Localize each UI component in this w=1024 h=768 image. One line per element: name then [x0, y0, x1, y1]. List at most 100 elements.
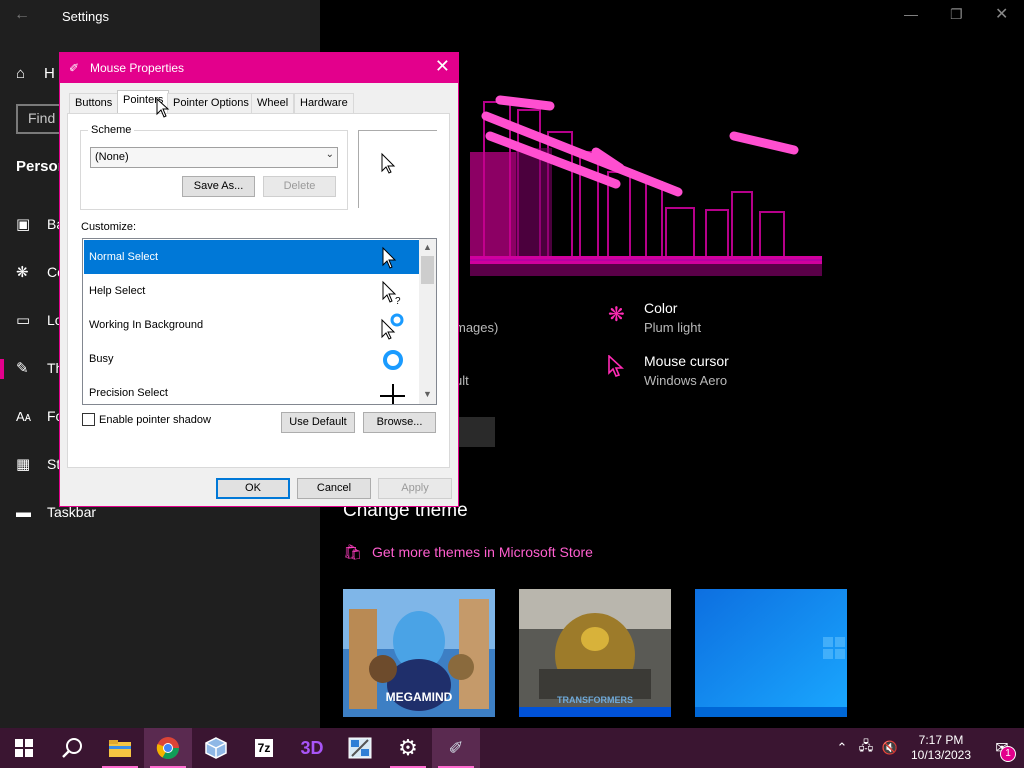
pointer-shadow-checkbox[interactable]: Enable pointer shadow: [82, 413, 211, 426]
scroll-down-icon[interactable]: ▼: [423, 389, 432, 399]
7zip-button[interactable]: 7z: [240, 728, 288, 768]
browse-button[interactable]: Browse...: [363, 412, 436, 433]
mouse-cursor-option[interactable]: Mouse cursor Windows Aero: [608, 353, 729, 388]
scroll-up-icon[interactable]: ▲: [423, 242, 432, 252]
pointer-shadow-label: Enable pointer shadow: [99, 413, 211, 426]
lock-screen-icon: ▭: [16, 312, 31, 329]
tab-hardware[interactable]: Hardware: [294, 93, 354, 113]
tab-pointer-options[interactable]: Pointer Options: [167, 93, 255, 113]
7zip-icon: 7z: [254, 739, 274, 757]
paint-button[interactable]: [336, 728, 384, 768]
notification-icon[interactable]: ✉ 1: [980, 738, 1024, 762]
store-link[interactable]: 🛍 Get more themes in Microsoft Store: [343, 543, 593, 561]
notification-badge: 1: [1000, 746, 1016, 762]
theme-thumbnail-megamind[interactable]: MEGAMIND: [343, 589, 495, 717]
chevron-up-icon[interactable]: ⌃: [830, 740, 854, 756]
list-item-label: Precision Select: [89, 387, 168, 399]
cursor-icon: [608, 353, 644, 383]
find-placeholder: Find: [28, 110, 56, 126]
working-background-cursor-icon: [381, 313, 404, 340]
volume-muted-icon[interactable]: 🔇: [878, 740, 902, 756]
home-label: H: [44, 64, 55, 82]
use-default-button[interactable]: Use Default: [281, 412, 355, 433]
scheme-value: (None): [95, 151, 129, 163]
cancel-button[interactable]: Cancel: [297, 478, 371, 499]
settings-icon: ⚙: [398, 735, 418, 760]
home-icon: ⌂: [16, 64, 26, 82]
dialog-title: Mouse Properties: [90, 61, 185, 75]
list-item[interactable]: Help Select ?: [84, 274, 419, 308]
taskbar-icon: ▬: [16, 503, 31, 521]
ok-button[interactable]: OK: [216, 478, 290, 499]
mouse-cursor-value: Windows Aero: [644, 373, 728, 388]
list-item[interactable]: Precision Select: [84, 376, 419, 404]
theme-thumbnail-windows[interactable]: [695, 589, 847, 717]
paint-icon: [348, 737, 372, 759]
thumbnail-caption: MEGAMIND: [386, 690, 453, 704]
scheme-select[interactable]: (None) ⌄: [90, 147, 338, 168]
desktop: ← Settings ⌂ H Find Person ▣ Ba ❋ Co ▭ L…: [0, 0, 1024, 768]
tab-wheel[interactable]: Wheel: [251, 93, 295, 113]
clock-time: 7:17 PM: [918, 733, 964, 747]
fonts-icon: Aᴀ: [16, 408, 32, 424]
network-icon[interactable]: 🖧: [854, 737, 878, 759]
start-icon: ▦: [16, 456, 31, 473]
apply-button[interactable]: Apply: [378, 478, 452, 499]
checkbox[interactable]: [82, 413, 95, 426]
chrome-icon: [156, 737, 179, 759]
list-item[interactable]: Working In Background: [84, 308, 419, 342]
theme-thumbnail-transformers[interactable]: TRANSFORMERS: [519, 589, 671, 717]
dialog-close-icon[interactable]: ✕: [435, 57, 450, 75]
chrome-button[interactable]: [144, 728, 192, 768]
thumbnail-caption: TRANSFORMERS: [557, 695, 633, 705]
svg-text:?: ?: [395, 296, 401, 306]
mouse-properties-button[interactable]: ✐: [432, 728, 480, 768]
mouse-pointer-icon: [156, 98, 170, 118]
color-option-title: Color: [644, 300, 678, 316]
color-option[interactable]: ❋ Color Plum light: [608, 300, 701, 335]
palette-icon: ❋: [16, 264, 29, 281]
mouse-properties-dialog: ✐ Mouse Properties ✕ Buttons Pointers Po…: [59, 52, 459, 507]
file-explorer-icon: [109, 740, 131, 757]
cursor-preview: [358, 130, 437, 208]
mouse-properties-icon: ✐: [448, 737, 464, 758]
virtualbox-button[interactable]: [192, 728, 240, 768]
busy-cursor-icon: [383, 350, 403, 370]
thumbnail-taskbar: [519, 707, 671, 717]
tab-buttons[interactable]: Buttons: [69, 93, 119, 113]
save-as-button[interactable]: Save As...: [182, 176, 255, 197]
arrow-cursor-icon: [382, 246, 397, 269]
list-item-label: Working In Background: [89, 319, 204, 331]
system-tray: ⌃ 🖧 🔇 7:17 PM 10/13/2023 ✉ 1: [830, 728, 1024, 768]
save-theme-button[interactable]: [455, 417, 495, 447]
delete-button[interactable]: Delete: [263, 176, 336, 197]
close-icon[interactable]: ✕: [995, 4, 1008, 24]
minimize-icon[interactable]: —: [904, 6, 918, 22]
list-item[interactable]: Busy: [84, 342, 419, 376]
back-arrow-icon[interactable]: ←: [14, 6, 30, 24]
color-option-value: Plum light: [644, 320, 702, 335]
scheme-label: Scheme: [88, 124, 135, 136]
scrollbar-thumb[interactable]: [421, 256, 434, 284]
dialog-titlebar[interactable]: ✐ Mouse Properties ✕: [60, 53, 458, 83]
list-item[interactable]: Normal Select: [84, 240, 419, 274]
cursor-list[interactable]: Normal Select Help Select ? Working In B…: [82, 238, 437, 405]
precision-cursor-icon: [380, 384, 405, 404]
search-icon: [62, 738, 82, 758]
cursor-list-scrollbar[interactable]: ▲ ▼: [419, 239, 436, 404]
store-icon: 🛍: [343, 544, 363, 561]
settings-button[interactable]: ⚙: [384, 728, 432, 768]
mouse-icon: ✐: [69, 61, 80, 75]
help-cursor-icon: ?: [382, 280, 401, 306]
3d-app-button[interactable]: 3D: [288, 728, 336, 768]
list-item-label: Help Select: [89, 285, 146, 297]
search-button[interactable]: [48, 728, 96, 768]
start-button[interactable]: [0, 728, 48, 768]
restore-icon[interactable]: ❐: [950, 6, 963, 23]
thumbnail-taskbar: [695, 707, 847, 717]
clock[interactable]: 7:17 PM 10/13/2023: [902, 733, 980, 763]
file-explorer-button[interactable]: [96, 728, 144, 768]
mouse-cursor-title: Mouse cursor: [644, 353, 729, 369]
list-item-label: Normal Select: [89, 251, 159, 263]
list-item-label: Busy: [89, 353, 114, 365]
